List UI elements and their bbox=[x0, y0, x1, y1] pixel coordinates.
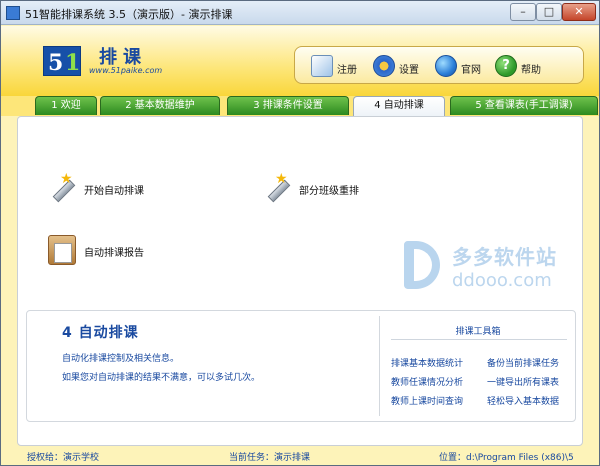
close-button[interactable]: ✕ bbox=[562, 3, 596, 21]
app-header: 5 1 排课 www.51paike.com 注册 设置 官网 ? 帮助 bbox=[1, 26, 599, 96]
help-icon: ? bbox=[495, 55, 517, 77]
magic-wand-icon bbox=[263, 171, 291, 203]
status-bar: 授权给：演示学校 当前任务：演示排课 位置：d:\Program Files (… bbox=[1, 447, 599, 465]
info-title: 4 自动排课 bbox=[62, 325, 139, 341]
tool-teacher-analysis-link[interactable]: 教师任课情况分析 bbox=[391, 375, 463, 388]
globe-icon bbox=[435, 55, 457, 77]
watermark: 多多软件站 ddooo.com bbox=[404, 239, 574, 299]
watermark-en: ddooo.com bbox=[452, 270, 552, 291]
schedule-report-label: 自动排课报告 bbox=[84, 248, 144, 259]
tab-content-panel: 开始自动排课 部分班级重排 自动排课报告 多多软件站 ddooo.com 4 自… bbox=[17, 116, 583, 446]
title-bar[interactable]: 51智能排课系统 3.5（演示版）- 演示排课 – □ ✕ bbox=[1, 1, 599, 25]
logo-digit-5: 5 bbox=[48, 50, 64, 76]
tool-export-timetables-link[interactable]: 一键导出所有课表 bbox=[487, 375, 559, 388]
status-task: 当前任务：演示排课 bbox=[229, 453, 311, 463]
tab-basic-data[interactable]: 2 基本数据维护 bbox=[100, 96, 220, 115]
clipboard-icon bbox=[48, 235, 76, 265]
start-auto-schedule-label: 开始自动排课 bbox=[84, 186, 144, 197]
register-label: 注册 bbox=[337, 65, 357, 76]
info-hint: 如果您对自动排课的结果不满意，可以多试几次。 bbox=[62, 373, 261, 383]
help-label: 帮助 bbox=[521, 65, 541, 76]
logo-url: www.51paike.com bbox=[89, 66, 163, 75]
tab-view-timetable[interactable]: 5 查看课表(手工调课) bbox=[450, 96, 598, 115]
maximize-button[interactable]: □ bbox=[536, 3, 562, 21]
tab-welcome[interactable]: 1 欢迎 bbox=[35, 96, 97, 115]
gear-icon bbox=[373, 55, 395, 77]
settings-label: 设置 bbox=[399, 65, 419, 76]
website-label: 官网 bbox=[461, 65, 481, 76]
info-panel: 4 自动排课 自动化排课控制及相关信息。 如果您对自动排课的结果不满意，可以多试… bbox=[26, 310, 576, 422]
tab-auto-schedule[interactable]: 4 自动排课 bbox=[353, 96, 445, 116]
app-icon bbox=[6, 6, 20, 20]
tab-strip: 1 欢迎 2 基本数据维护 3 排课条件设置 4 自动排课 5 查看课表(手工调… bbox=[1, 96, 599, 116]
tool-teacher-time-link[interactable]: 教师上课时间查询 bbox=[391, 394, 463, 407]
tool-backup-task-link[interactable]: 备份当前排课任务 bbox=[487, 356, 559, 369]
app-window: 51智能排课系统 3.5（演示版）- 演示排课 – □ ✕ 5 1 排课 www… bbox=[0, 0, 600, 466]
logo: 5 1 bbox=[43, 46, 81, 76]
toolbox-rule bbox=[391, 339, 567, 340]
watermark-cn: 多多软件站 bbox=[452, 245, 557, 269]
tool-data-statistics-link[interactable]: 排课基本数据统计 bbox=[391, 356, 463, 369]
logo-digit-1: 1 bbox=[65, 50, 81, 76]
toolbox-title: 排课工具箱 bbox=[455, 327, 501, 337]
partial-reschedule-label: 部分班级重排 bbox=[299, 186, 359, 197]
header-toolbar: 注册 设置 官网 ? 帮助 bbox=[294, 46, 584, 84]
tab-conditions[interactable]: 3 排课条件设置 bbox=[227, 96, 349, 115]
minimize-button[interactable]: – bbox=[510, 3, 536, 21]
status-license: 授权给：演示学校 bbox=[27, 453, 100, 463]
watermark-d-logo bbox=[404, 241, 440, 289]
window-title: 51智能排课系统 3.5（演示版）- 演示排课 bbox=[25, 8, 233, 21]
register-icon bbox=[311, 55, 333, 77]
info-description: 自动化排课控制及相关信息。 bbox=[62, 354, 180, 364]
status-location: 位置：d:\Program Files (x86)\5 bbox=[439, 453, 574, 463]
magic-wand-icon bbox=[48, 171, 76, 203]
tool-import-data-link[interactable]: 轻松导入基本数据 bbox=[487, 394, 559, 407]
